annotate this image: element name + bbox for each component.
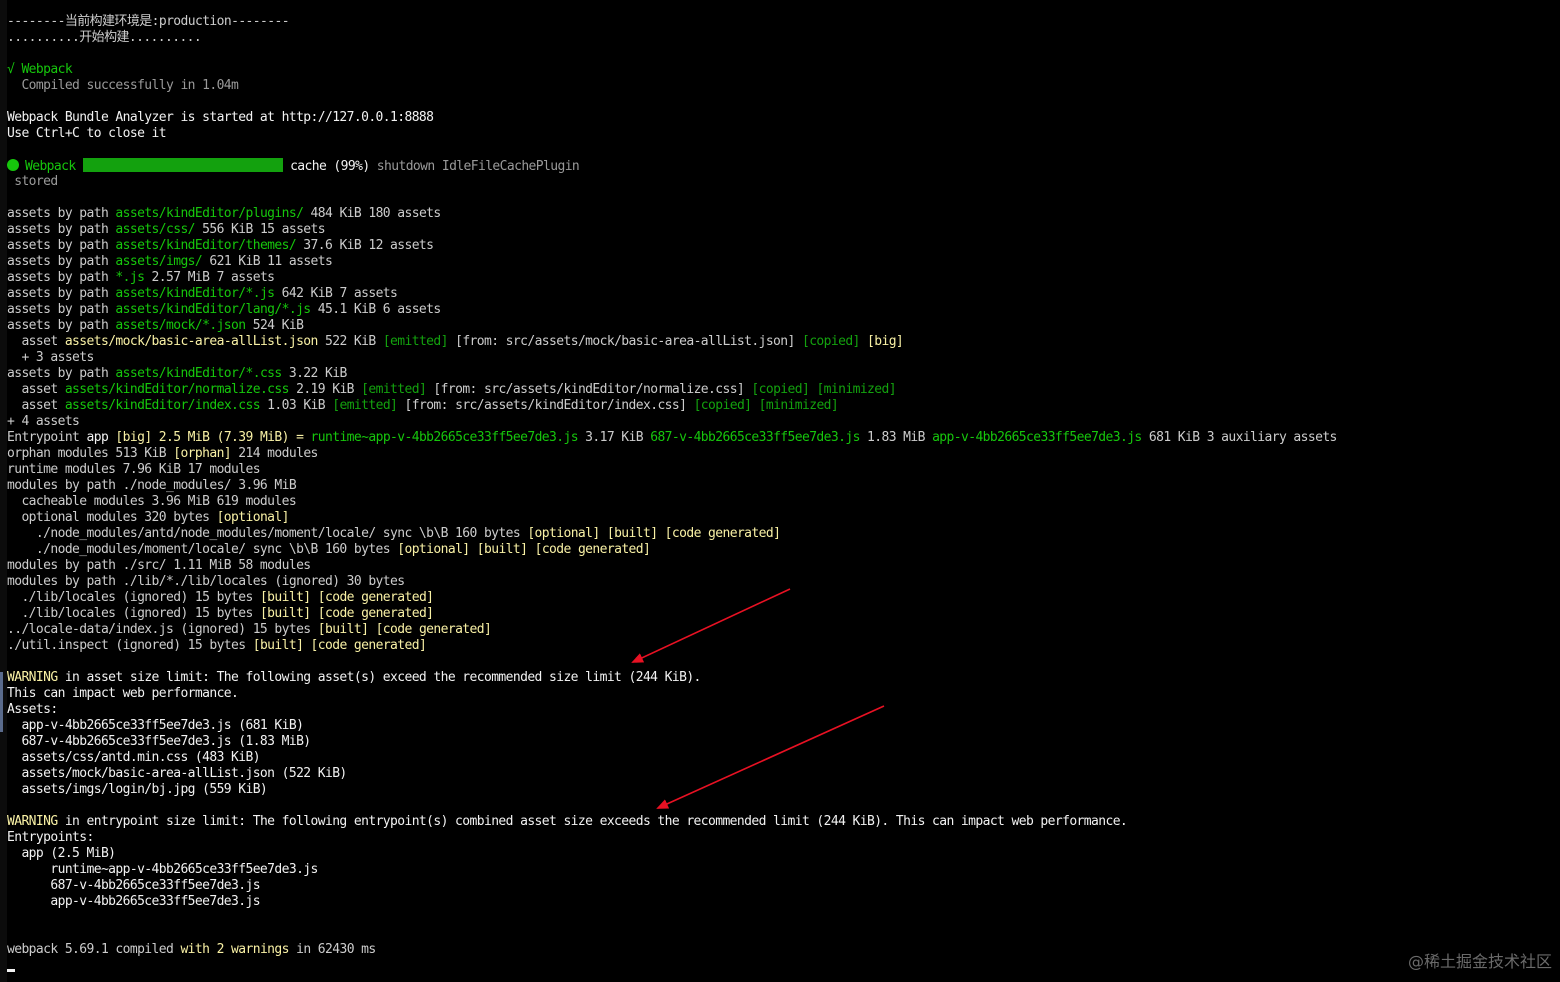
terminal-window[interactable]: --------当前构建环境是:production--------......… bbox=[0, 0, 1560, 982]
terminal-cursor bbox=[7, 969, 15, 972]
annotation-arrow-2 bbox=[656, 705, 885, 809]
watermark: @稀土掘金技术社区 bbox=[1407, 952, 1552, 971]
annotation-arrows bbox=[631, 588, 885, 809]
annotation-arrow-1 bbox=[631, 588, 791, 663]
